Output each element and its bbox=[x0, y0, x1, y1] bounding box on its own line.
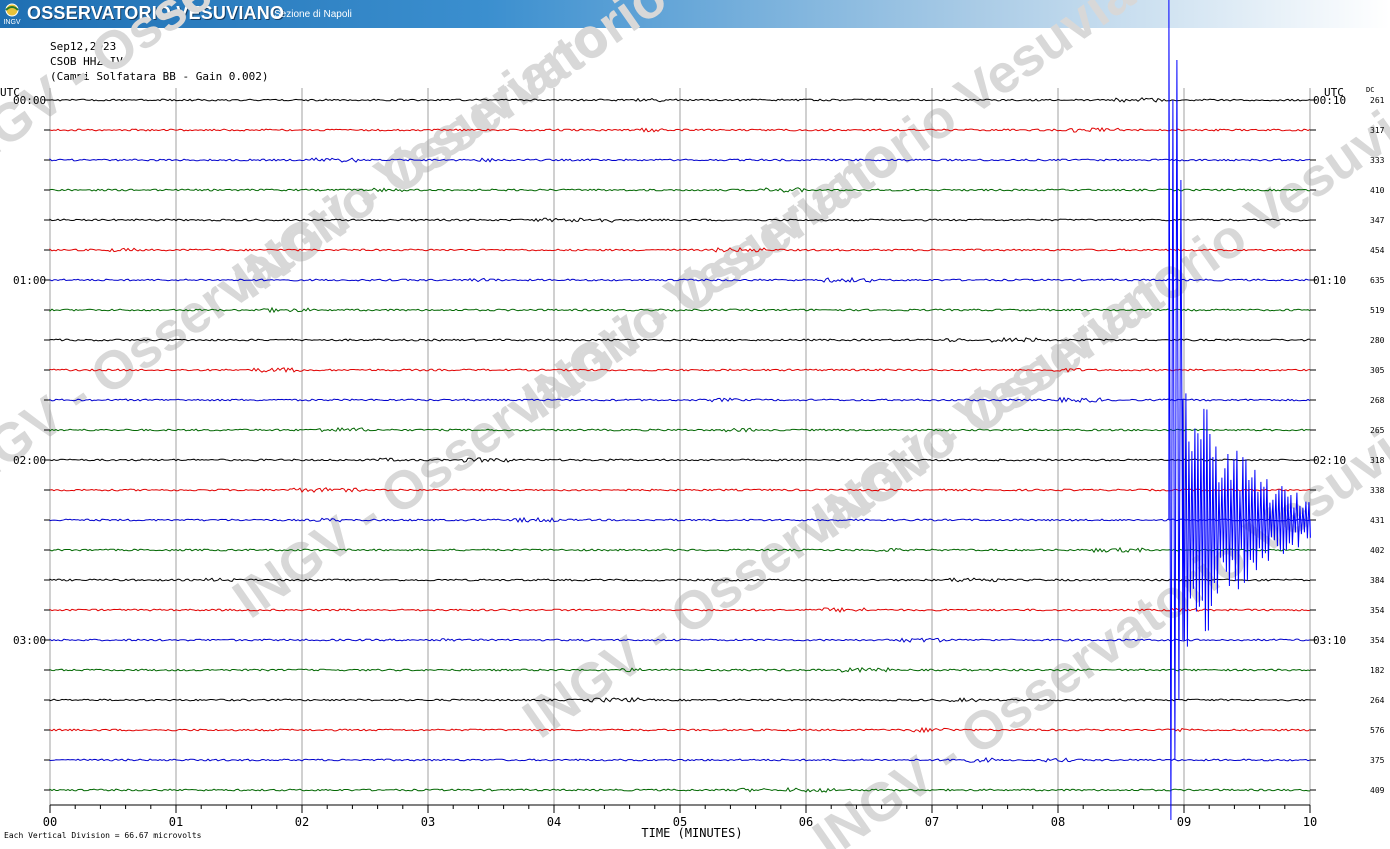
dc-value: 454 bbox=[1370, 246, 1385, 255]
right-time-label: 01:10 bbox=[1313, 274, 1346, 287]
scale-note: Each Vertical Division = 66.67 microvolt… bbox=[4, 831, 202, 840]
seismogram-plot: INGV - Osservatorio VesuvianoINGV - Osse… bbox=[0, 0, 1390, 849]
dc-value: 182 bbox=[1370, 666, 1385, 675]
dc-value: 354 bbox=[1370, 606, 1385, 615]
dc-value: 261 bbox=[1370, 96, 1385, 105]
right-time-label: 02:10 bbox=[1313, 454, 1346, 467]
dc-value: 519 bbox=[1370, 306, 1385, 315]
dc-value: 576 bbox=[1370, 726, 1385, 735]
left-time-label: 00:00 bbox=[13, 94, 46, 107]
x-tick-label: 06 bbox=[799, 815, 813, 829]
x-tick-label: 07 bbox=[925, 815, 939, 829]
dc-value: 354 bbox=[1370, 636, 1385, 645]
left-time-label: 02:00 bbox=[13, 454, 46, 467]
x-tick-label: 01 bbox=[169, 815, 183, 829]
dc-value: 305 bbox=[1370, 366, 1385, 375]
dc-value: 431 bbox=[1370, 516, 1385, 525]
dc-value: 410 bbox=[1370, 186, 1385, 195]
dc-value: 338 bbox=[1370, 486, 1385, 495]
right-time-label: 00:10 bbox=[1313, 94, 1346, 107]
x-tick-label: 04 bbox=[547, 815, 561, 829]
earthquake-signal bbox=[1168, 0, 1311, 821]
dc-value: 375 bbox=[1370, 756, 1385, 765]
dc-value: 268 bbox=[1370, 396, 1385, 405]
dc-value: 347 bbox=[1370, 216, 1385, 225]
x-tick-label: 10 bbox=[1303, 815, 1317, 829]
dc-value: 280 bbox=[1370, 336, 1385, 345]
left-time-label: 01:00 bbox=[13, 274, 46, 287]
dc-value: 264 bbox=[1370, 696, 1385, 705]
dc-value: 402 bbox=[1370, 546, 1385, 555]
x-axis-title: TIME (MINUTES) bbox=[641, 826, 742, 840]
x-tick-label: 03 bbox=[421, 815, 435, 829]
x-tick-label: 02 bbox=[295, 815, 309, 829]
dc-value: 635 bbox=[1370, 276, 1385, 285]
left-time-label: 03:00 bbox=[13, 634, 46, 647]
dc-value: 333 bbox=[1370, 156, 1385, 165]
x-tick-label: 08 bbox=[1051, 815, 1065, 829]
dc-header: DC bbox=[1366, 86, 1374, 94]
x-tick-label: 00 bbox=[43, 815, 57, 829]
x-tick-label: 09 bbox=[1177, 815, 1191, 829]
dc-value: 265 bbox=[1370, 426, 1385, 435]
right-time-label: 03:10 bbox=[1313, 634, 1346, 647]
dc-value: 384 bbox=[1370, 576, 1385, 585]
dc-value: 318 bbox=[1370, 456, 1385, 465]
dc-value: 317 bbox=[1370, 126, 1385, 135]
dc-value: 409 bbox=[1370, 786, 1385, 795]
